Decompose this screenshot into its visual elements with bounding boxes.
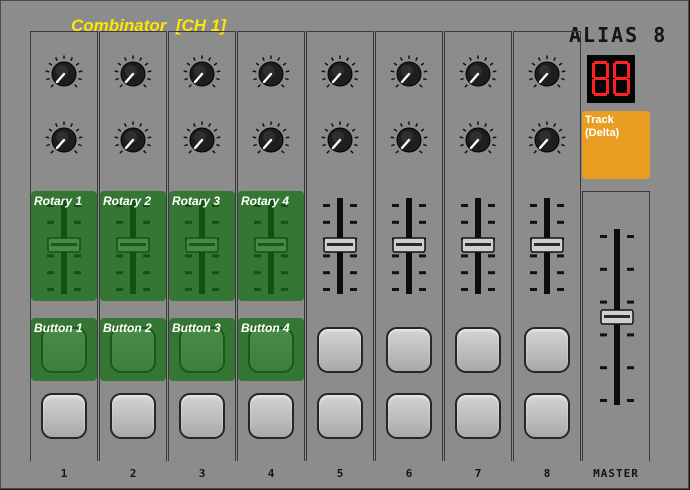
- knob-4-bottom[interactable]: [252, 121, 290, 159]
- pad-button-5-bottom[interactable]: [317, 393, 363, 439]
- pad-button-7-top[interactable]: [455, 327, 501, 373]
- knob-1-bottom[interactable]: [45, 121, 83, 159]
- button-mapping-label: Button 2: [103, 321, 152, 335]
- pad-button-8-top[interactable]: [524, 327, 570, 373]
- channel-number-7: 7: [474, 467, 482, 480]
- brand-logo: ALIAS 8: [569, 23, 668, 47]
- alias8-controller-panel: Combinator [CH 1] ALIAS 8 1 2 3 4 5 6 7 …: [0, 0, 689, 489]
- pad-button-6-bottom[interactable]: [386, 393, 432, 439]
- channel-number-2: 2: [129, 467, 137, 480]
- pad-button-7-bottom[interactable]: [455, 393, 501, 439]
- rotary-mapping-label: Rotary 2: [103, 194, 152, 208]
- channel-fader-6[interactable]: [384, 196, 434, 296]
- button-mapping-1[interactable]: Button 1: [31, 318, 97, 381]
- knob-2-bottom[interactable]: [114, 121, 152, 159]
- pad-button-2-bottom[interactable]: [110, 393, 156, 439]
- knob-8-top[interactable]: [528, 55, 566, 93]
- knob-3-top[interactable]: [183, 55, 221, 93]
- knob-6-bottom[interactable]: [390, 121, 428, 159]
- knob-7-top[interactable]: [459, 55, 497, 93]
- rotary-mapping-1[interactable]: Rotary 1: [31, 191, 97, 301]
- pad-button-5-top[interactable]: [317, 327, 363, 373]
- pad-button-4-bottom[interactable]: [248, 393, 294, 439]
- channel-number-1: 1: [60, 467, 68, 480]
- rotary-mapping-3[interactable]: Rotary 3: [169, 191, 235, 301]
- knob-3-bottom[interactable]: [183, 121, 221, 159]
- button-mapping-3[interactable]: Button 3: [169, 318, 235, 381]
- button-mapping-4[interactable]: Button 4: [238, 318, 304, 381]
- knob-8-bottom[interactable]: [528, 121, 566, 159]
- pad-button-3-bottom[interactable]: [179, 393, 225, 439]
- knob-2-top[interactable]: [114, 55, 152, 93]
- rotary-mapping-label: Rotary 3: [172, 194, 221, 208]
- pad-button-1-bottom[interactable]: [41, 393, 87, 439]
- seven-segment-display: 88: [587, 55, 635, 103]
- rotary-mapping-label: Rotary 4: [241, 194, 290, 208]
- rotary-mapping-2[interactable]: Rotary 2: [100, 191, 166, 301]
- master-label: MASTER: [593, 467, 639, 480]
- button-mapping-label: Button 4: [241, 321, 290, 335]
- channel-fader-7[interactable]: [453, 196, 503, 296]
- master-fader[interactable]: [592, 227, 642, 407]
- channel-number-3: 3: [198, 467, 206, 480]
- button-mapping-label: Button 1: [34, 321, 83, 335]
- track-delta-button[interactable]: Track (Delta): [582, 111, 650, 179]
- channel-number-6: 6: [405, 467, 413, 480]
- knob-7-bottom[interactable]: [459, 121, 497, 159]
- knob-5-top[interactable]: [321, 55, 359, 93]
- channel-number-5: 5: [336, 467, 344, 480]
- channel-fader-8[interactable]: [522, 196, 572, 296]
- channel-number-8: 8: [543, 467, 551, 480]
- button-mapping-label: Button 3: [172, 321, 221, 335]
- knob-6-top[interactable]: [390, 55, 428, 93]
- pad-button-6-top[interactable]: [386, 327, 432, 373]
- rotary-mapping-label: Rotary 1: [34, 194, 83, 208]
- knob-4-top[interactable]: [252, 55, 290, 93]
- channel-fader-5[interactable]: [315, 196, 365, 296]
- track-delta-label: Track (Delta): [585, 114, 620, 139]
- knob-5-bottom[interactable]: [321, 121, 359, 159]
- rotary-mapping-4[interactable]: Rotary 4: [238, 191, 304, 301]
- channel-number-4: 4: [267, 467, 275, 480]
- knob-1-top[interactable]: [45, 55, 83, 93]
- button-mapping-2[interactable]: Button 2: [100, 318, 166, 381]
- pad-button-8-bottom[interactable]: [524, 393, 570, 439]
